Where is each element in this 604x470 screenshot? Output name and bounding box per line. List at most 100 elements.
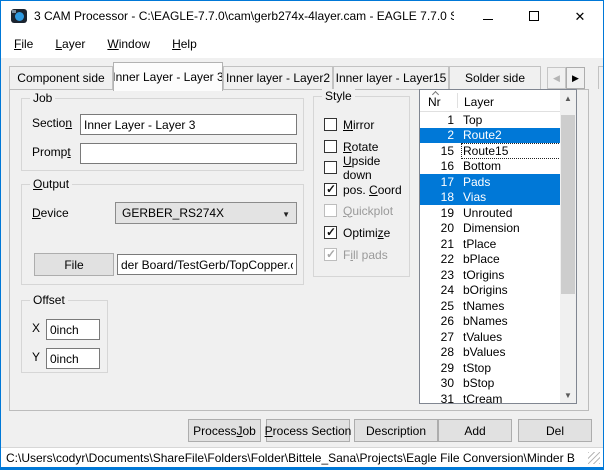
layer-row-dimension[interactable]: 20Dimension — [420, 221, 560, 237]
offset-group-title: Offset — [30, 293, 68, 307]
pos-coord-label: pos. Coord — [343, 183, 402, 197]
close-button[interactable]: ✕ — [557, 1, 603, 31]
menu-window[interactable]: Window — [96, 31, 161, 58]
right-arrow-icon: ▶ — [572, 73, 579, 84]
mirror-checkbox-icon — [324, 118, 337, 131]
tab-component-side[interactable]: Component side — [9, 66, 113, 89]
title-bar: 3 CAM Processor - C:\EAGLE-7.7.0\cam\ger… — [1, 1, 603, 31]
upside-down-label: Upside down — [343, 154, 409, 182]
layer-row-pads[interactable]: 17Pads — [420, 174, 560, 190]
file-button[interactable]: File — [34, 253, 114, 276]
layer-row-route2[interactable]: 2Route2 — [420, 128, 560, 144]
output-group-title: Output — [30, 177, 72, 191]
device-dropdown[interactable]: GERBER_RS274X ▼ — [115, 202, 297, 224]
chevron-down-icon: ▼ — [282, 210, 290, 219]
layer-row-tvalues[interactable]: 27tValues — [420, 329, 560, 345]
fill-pads-label: Fill pads — [343, 248, 388, 262]
offset-x-input[interactable] — [46, 319, 100, 340]
layer-row-bplace[interactable]: 22bPlace — [420, 252, 560, 268]
layer-row-unrouted[interactable]: 19Unrouted — [420, 205, 560, 221]
layer-row-borigins[interactable]: 24bOrigins — [420, 283, 560, 299]
layer-row-tcream[interactable]: 31tCream — [420, 391, 560, 403]
column-header-nr[interactable]: Nr — [428, 95, 441, 109]
column-header-layer[interactable]: Layer — [464, 95, 494, 109]
offset-y-input[interactable] — [46, 348, 100, 369]
layer-list: Nr Layer 1Top 2Route2 15Route15 16Bottom… — [419, 89, 577, 404]
device-value: GERBER_RS274X — [122, 206, 224, 220]
column-divider[interactable] — [457, 93, 458, 108]
checkbox-upside-down[interactable]: Upside down — [324, 160, 409, 175]
maximize-button[interactable] — [511, 1, 557, 31]
optimize-checkbox-icon: ✓ — [324, 226, 337, 239]
tab-scroll-right-button[interactable]: ▶ — [566, 67, 585, 89]
tab-inner-layer-2[interactable]: Inner layer - Layer2 — [223, 66, 333, 89]
menu-file[interactable]: File — [3, 31, 44, 58]
upside-down-checkbox-icon — [324, 161, 337, 174]
menu-layer[interactable]: Layer — [44, 31, 96, 58]
style-group-title: Style — [322, 89, 355, 103]
layer-row-torigins[interactable]: 23tOrigins — [420, 267, 560, 283]
job-group: Job Section Prompt — [21, 98, 304, 171]
checkbox-pos-coord[interactable]: ✓ pos. Coord — [324, 182, 402, 197]
status-bar: C:\Users\codyr\Documents\ShareFile\Folde… — [1, 447, 603, 467]
prompt-label: Prompt — [32, 145, 71, 159]
tab-solder-side[interactable]: Solder side — [449, 66, 541, 89]
tab-inner-layer-3[interactable]: Inner Layer - Layer 3 — [113, 62, 223, 91]
job-group-title: Job — [30, 91, 55, 105]
app-icon — [11, 9, 27, 23]
process-job-button[interactable]: Process Job — [188, 419, 261, 442]
rotate-label: Rotate — [343, 140, 378, 154]
optimize-label: Optimize — [343, 226, 390, 240]
check-icon: ✓ — [326, 225, 336, 239]
layer-row-vias[interactable]: 18Vias — [420, 190, 560, 206]
layer-row-route15[interactable]: 15Route15 — [420, 143, 560, 159]
scroll-down-icon[interactable]: ▼ — [560, 387, 576, 403]
checkbox-mirror[interactable]: Mirror — [324, 117, 374, 132]
menu-bar: File Layer Window Help — [1, 31, 603, 58]
layer-list-header[interactable]: Nr Layer — [420, 90, 560, 112]
layer-row-top[interactable]: 1Top — [420, 112, 560, 128]
pos-coord-checkbox-icon: ✓ — [324, 183, 337, 196]
layer-row-bnames[interactable]: 26bNames — [420, 314, 560, 330]
prompt-input[interactable] — [80, 143, 297, 164]
resize-grip[interactable] — [588, 452, 600, 464]
layer-rows: 1Top 2Route2 15Route15 16Bottom 17Pads 1… — [420, 112, 560, 403]
partial-tab-sliver — [598, 66, 604, 89]
layer-row-tstop[interactable]: 29tStop — [420, 360, 560, 376]
tab-inner-layer-15[interactable]: Inner layer - Layer15 — [333, 66, 449, 89]
layer-list-scrollbar[interactable]: ▲ ▼ — [560, 90, 576, 403]
minimize-icon — [483, 19, 493, 20]
description-button[interactable]: Description — [354, 419, 438, 442]
file-button-label: File — [64, 258, 83, 272]
process-section-button[interactable]: Process Section — [266, 419, 350, 442]
status-path: C:\Users\codyr\Documents\ShareFile\Folde… — [6, 451, 575, 465]
file-path-input[interactable] — [117, 254, 297, 275]
section-input[interactable] — [80, 114, 297, 135]
scrollbar-thumb[interactable] — [561, 115, 575, 294]
quickplot-checkbox-icon — [324, 204, 337, 217]
tab-scroll-left-button[interactable]: ◀ — [547, 67, 566, 89]
offset-x-label: X — [32, 321, 40, 335]
add-button[interactable]: Add — [438, 419, 512, 442]
fill-pads-checkbox-icon: ✓ — [324, 248, 337, 261]
scroll-up-icon[interactable]: ▲ — [560, 90, 576, 106]
check-icon: ✓ — [326, 182, 336, 196]
checkbox-optimize[interactable]: ✓ Optimize — [324, 225, 390, 240]
app-icon-lens — [15, 12, 24, 21]
layer-row-tplace[interactable]: 21tPlace — [420, 236, 560, 252]
layer-row-tnames[interactable]: 25tNames — [420, 298, 560, 314]
checkbox-rotate[interactable]: Rotate — [324, 139, 378, 154]
layer-row-bottom[interactable]: 16Bottom — [420, 159, 560, 175]
cam-processor-window: 3 CAM Processor - C:\EAGLE-7.7.0\cam\ger… — [0, 0, 604, 470]
menu-help[interactable]: Help — [161, 31, 208, 58]
del-button[interactable]: Del — [518, 419, 592, 442]
maximize-icon — [529, 11, 539, 21]
quickplot-label: Quickplot — [343, 204, 393, 218]
left-arrow-icon: ◀ — [553, 73, 560, 84]
layer-row-bstop[interactable]: 30bStop — [420, 376, 560, 392]
rotate-checkbox-icon — [324, 140, 337, 153]
layer-row-bvalues[interactable]: 28bValues — [420, 345, 560, 361]
minimize-button[interactable] — [465, 1, 511, 31]
offset-y-label: Y — [32, 350, 40, 364]
style-group: Style Mirror Rotate Upside down ✓pos. Co… — [313, 96, 410, 277]
